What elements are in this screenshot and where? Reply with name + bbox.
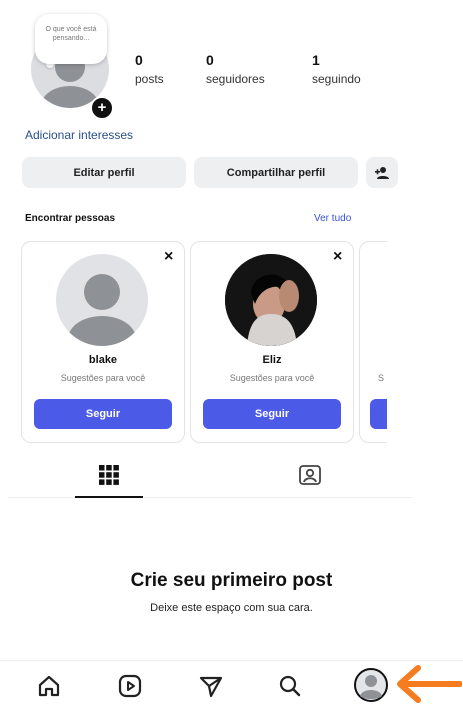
tagged-icon — [299, 465, 321, 485]
close-icon[interactable]: × — [333, 248, 342, 266]
home-icon — [38, 675, 60, 697]
empty-state-subtitle: Deixe este espaço com sua cara. — [150, 602, 313, 614]
suggestion-name[interactable]: blake — [22, 354, 184, 366]
following-label[interactable]: seguindo — [312, 72, 361, 86]
share-profile-button[interactable]: Compartilhar perfil — [194, 157, 358, 188]
search-icon — [279, 675, 301, 697]
add-person-icon — [375, 166, 389, 179]
edit-profile-button[interactable]: Editar perfil — [22, 157, 186, 188]
annotation-arrow — [392, 662, 463, 706]
send-icon — [199, 676, 223, 698]
follow-button[interactable]: Seguir — [203, 399, 341, 429]
bottom-nav-divider — [0, 660, 463, 661]
grid-tab[interactable] — [96, 462, 122, 488]
active-tab-indicator — [75, 496, 143, 498]
nav-reels[interactable] — [116, 672, 144, 700]
tabs-divider — [8, 497, 413, 498]
nav-home[interactable] — [35, 672, 63, 700]
suggestion-subtitle: S — [378, 373, 385, 383]
suggestion-subtitle: Sugestões para você — [60, 373, 146, 383]
suggestion-card[interactable]: × blake Sugestões para você Seguir — [21, 241, 185, 443]
scroll-edge — [387, 236, 463, 446]
nav-search[interactable] — [276, 672, 304, 700]
suggestion-name[interactable]: Eliz — [191, 354, 353, 366]
followers-count[interactable]: 0 — [206, 52, 214, 68]
empty-state-title: Crie seu primeiro post — [130, 570, 333, 591]
avatar[interactable] — [56, 254, 148, 346]
profile-icon — [354, 668, 388, 702]
nav-profile[interactable] — [353, 667, 389, 703]
posts-label: posts — [135, 72, 164, 86]
follow-button[interactable]: Seguir — [34, 399, 172, 429]
following-count[interactable]: 1 — [312, 52, 320, 68]
arrow-left-icon — [397, 665, 463, 703]
avatar[interactable] — [225, 254, 317, 346]
suggestion-subtitle: Sugestões para você — [229, 373, 315, 383]
find-people-title: Encontrar pessoas — [25, 213, 116, 224]
nav-send[interactable] — [197, 672, 225, 700]
reels-icon — [118, 674, 142, 698]
followers-label[interactable]: seguidores — [206, 72, 265, 86]
posts-count: 0 — [135, 52, 143, 68]
see-all-link[interactable]: Ver tudo — [314, 213, 351, 224]
discover-people-button[interactable] — [366, 157, 398, 188]
add-story-icon[interactable]: + — [90, 96, 114, 120]
grid-icon — [99, 465, 119, 485]
close-icon[interactable]: × — [164, 248, 173, 266]
add-interests-link[interactable]: Adicionar interesses — [25, 128, 133, 142]
note-bubble[interactable]: O que você está pensando... — [35, 14, 107, 64]
suggestion-card[interactable]: × Eliz Sugestões para você Seguir — [190, 241, 354, 443]
tagged-tab[interactable] — [297, 462, 323, 488]
